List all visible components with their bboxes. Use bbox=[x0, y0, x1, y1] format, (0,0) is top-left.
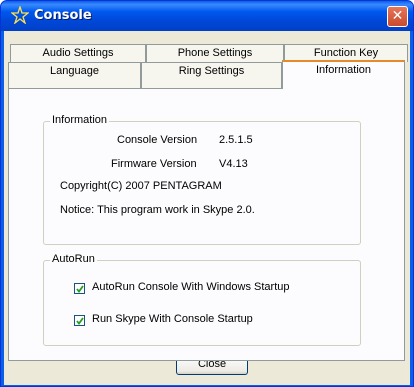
firmware-version-label: Firmware Version bbox=[111, 158, 197, 170]
notice-text: Notice: This program work in Skype 2.0. bbox=[60, 204, 255, 216]
checkmark-icon bbox=[76, 317, 84, 325]
tab-ring-settings[interactable]: Ring Settings bbox=[141, 62, 282, 88]
firmware-version-value: V4.13 bbox=[219, 158, 248, 170]
autorun-console-checkbox[interactable] bbox=[74, 283, 85, 294]
autorun-group: AutoRun AutoRun Console With Windows Sta… bbox=[43, 253, 361, 346]
run-skype-checkbox[interactable] bbox=[74, 315, 85, 326]
star-icon bbox=[10, 4, 30, 25]
run-skype-label[interactable]: Run Skype With Console Startup bbox=[92, 313, 253, 325]
close-icon[interactable]: ✕ bbox=[387, 6, 408, 27]
console-version-value: 2.5.1.5 bbox=[219, 134, 253, 146]
information-group-label: Information bbox=[50, 114, 110, 126]
autorun-console-label[interactable]: AutoRun Console With Windows Startup bbox=[92, 281, 289, 293]
information-group: Information Console Version 2.5.1.5 Firm… bbox=[43, 114, 361, 245]
console-version-label: Console Version bbox=[117, 134, 198, 146]
tab-information[interactable]: Information bbox=[282, 60, 405, 89]
information-panel: Information Console Version 2.5.1.5 Firm… bbox=[8, 88, 405, 361]
console-window: Console ✕ Audio Settings Phone Settings … bbox=[0, 0, 414, 387]
title-bar[interactable]: Console ✕ bbox=[1, 1, 413, 31]
tab-phone-settings[interactable]: Phone Settings bbox=[146, 44, 284, 62]
tab-language[interactable]: Language bbox=[8, 62, 141, 88]
autorun-group-label: AutoRun bbox=[50, 253, 97, 265]
copyright-text: Copyright(C) 2007 PENTAGRAM bbox=[60, 180, 222, 192]
checkmark-icon bbox=[76, 285, 84, 293]
dialog-body: Audio Settings Phone Settings Function K… bbox=[4, 31, 410, 385]
window-title: Console bbox=[34, 8, 92, 23]
tab-audio-settings[interactable]: Audio Settings bbox=[10, 44, 146, 62]
